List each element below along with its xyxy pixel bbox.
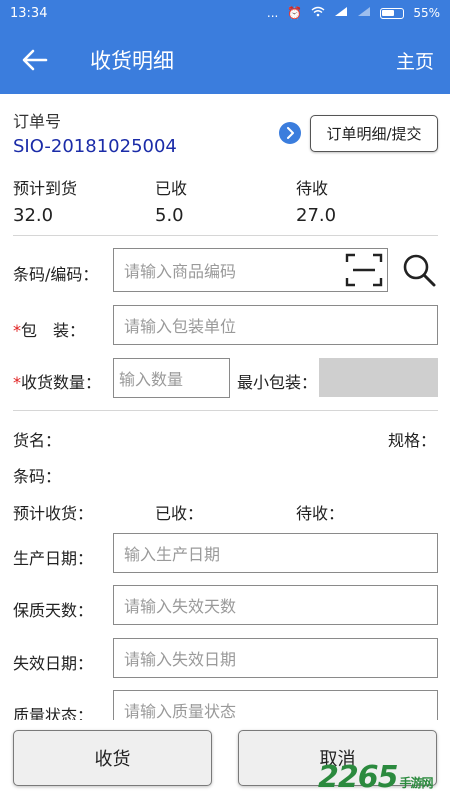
min-pack-value bbox=[319, 358, 438, 397]
barcode-placeholder: 请输入商品编码 bbox=[124, 262, 237, 281]
stat-received: 已收 5.0 bbox=[155, 175, 187, 226]
page-title: 收货明细 bbox=[90, 49, 174, 73]
order-detail-submit-button[interactable]: 订单明细/提交 bbox=[310, 115, 438, 152]
stat-pending: 待收 27.0 bbox=[296, 175, 336, 226]
battery-icon bbox=[380, 7, 405, 19]
wifi-icon bbox=[311, 6, 325, 20]
expiry-date-input[interactable]: 请输入失效日期 bbox=[113, 638, 438, 678]
goods-barcode-label: 条码： bbox=[13, 467, 62, 486]
production-date-placeholder: 输入生产日期 bbox=[124, 545, 221, 564]
stat-pending-value: 27.0 bbox=[296, 205, 337, 226]
search-icon[interactable] bbox=[400, 252, 438, 288]
more-dots-icon: ... bbox=[266, 6, 279, 20]
status-bar: 13:34 ... ⏰ 55% bbox=[0, 0, 450, 26]
goods-pending-label: 待收： bbox=[296, 504, 345, 523]
signal-icon bbox=[334, 6, 348, 20]
pack-label: *包 装： bbox=[13, 321, 86, 340]
divider bbox=[13, 235, 438, 236]
receipt-stats: 预计到货 32.0 已收 5.0 待收 27.0 bbox=[13, 175, 438, 226]
app-bar: 收货明细 主页 bbox=[0, 26, 450, 94]
home-button[interactable]: 主页 bbox=[396, 47, 434, 74]
stat-received-label: 已收 bbox=[155, 179, 188, 198]
goods-spec-label: 规格： bbox=[388, 431, 437, 450]
stat-received-value: 5.0 bbox=[155, 205, 184, 226]
alarm-icon: ⏰ bbox=[287, 6, 303, 20]
stat-pending-label: 待收 bbox=[296, 179, 329, 198]
signal-2-icon bbox=[357, 6, 371, 20]
production-date-label: 生产日期： bbox=[13, 549, 94, 568]
expiry-date-label: 失效日期： bbox=[13, 654, 94, 673]
stat-expected: 预计到货 32.0 bbox=[13, 175, 77, 226]
battery-percent: 55% bbox=[413, 6, 440, 20]
receive-button[interactable]: 收货 bbox=[13, 730, 212, 786]
goods-expected-label: 预计收货： bbox=[13, 504, 94, 523]
barcode-label: 条码/编码： bbox=[13, 265, 99, 284]
expiry-date-placeholder: 请输入失效日期 bbox=[124, 650, 237, 669]
divider bbox=[13, 410, 438, 411]
chevron-right-icon[interactable] bbox=[279, 122, 301, 144]
stat-expected-value: 32.0 bbox=[13, 205, 54, 226]
quality-status-placeholder: 请输入质量状态 bbox=[124, 702, 237, 721]
quantity-placeholder: 输入数量 bbox=[119, 370, 184, 389]
back-button[interactable] bbox=[0, 26, 70, 94]
min-pack-label: 最小包装： bbox=[237, 373, 318, 392]
pack-input[interactable]: 请输入包装单位 bbox=[113, 305, 438, 345]
stat-expected-label: 预计到货 bbox=[13, 179, 78, 198]
status-icons: ... ⏰ 55% bbox=[267, 6, 440, 20]
goods-name-label: 货名： bbox=[13, 431, 62, 450]
quantity-label: *收货数量： bbox=[13, 373, 102, 392]
shelf-days-placeholder: 请输入失效天数 bbox=[124, 597, 237, 616]
shelf-days-label: 保质天数： bbox=[13, 601, 94, 620]
shelf-days-input[interactable]: 请输入失效天数 bbox=[113, 585, 438, 625]
pack-placeholder: 请输入包装单位 bbox=[124, 317, 237, 336]
goods-received-label: 已收： bbox=[155, 504, 204, 523]
quantity-input[interactable]: 输入数量 bbox=[113, 358, 230, 398]
back-arrow-icon bbox=[22, 49, 48, 71]
scan-icon[interactable] bbox=[345, 252, 383, 288]
production-date-input[interactable]: 输入生产日期 bbox=[113, 533, 438, 573]
watermark-logo: 2265 手游网 bbox=[318, 760, 434, 795]
status-time: 13:34 bbox=[10, 5, 48, 21]
